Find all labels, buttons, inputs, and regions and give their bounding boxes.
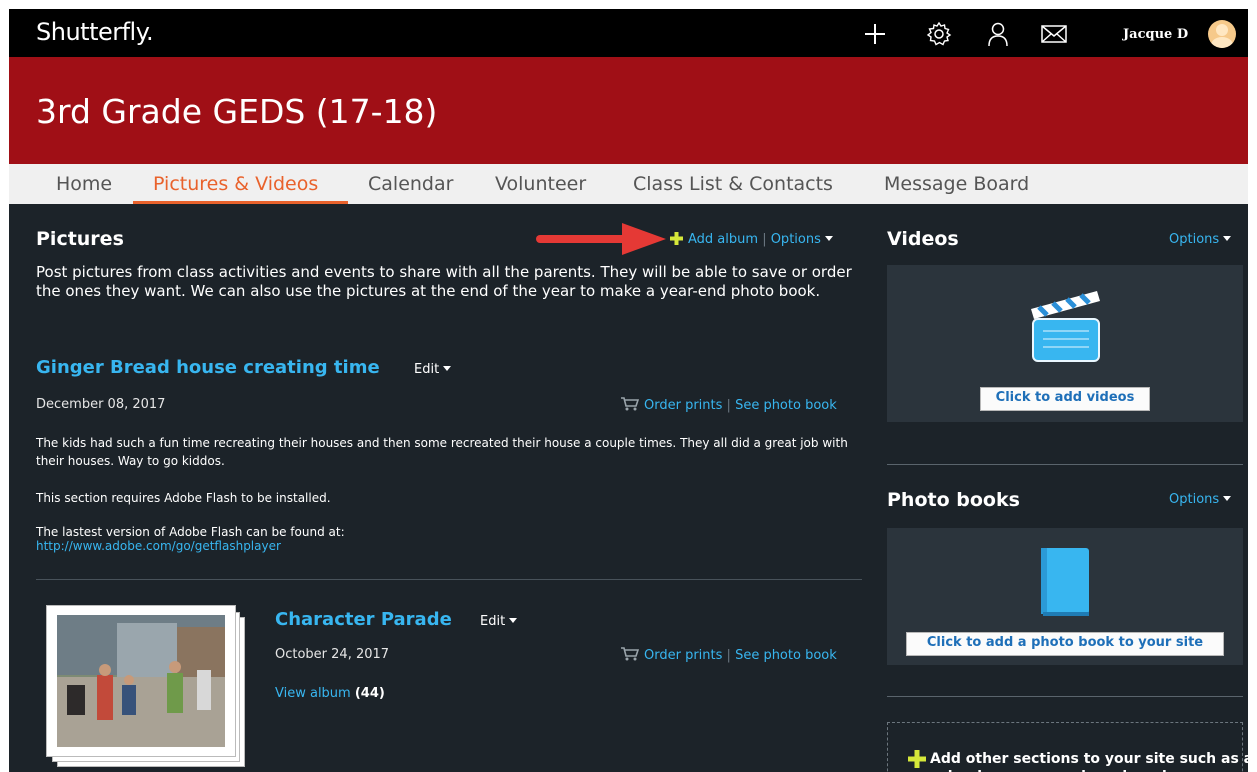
green-plus-icon xyxy=(670,232,683,245)
album-title-character-parade[interactable]: Character Parade xyxy=(275,609,452,630)
cart-icon xyxy=(621,647,639,661)
add-photo-book-button[interactable]: Click to add a photo book to your site xyxy=(906,632,1224,656)
pictures-options-label: Options xyxy=(770,232,821,247)
red-arrow-annotation xyxy=(536,223,666,255)
add-album-label: Add album xyxy=(688,232,759,247)
order-prints-link[interactable]: Order prints xyxy=(621,647,727,663)
nav-volunteer[interactable]: Volunteer xyxy=(495,173,586,195)
videos-heading: Videos xyxy=(887,228,959,250)
order-prints-label: Order prints xyxy=(644,648,723,663)
add-sections-text: Add other sections to your site such as … xyxy=(930,751,1248,772)
view-album-row: View album (44) xyxy=(275,686,385,701)
album-edit-menu[interactable]: Edit xyxy=(414,362,452,377)
album-divider xyxy=(36,579,862,580)
add-videos-button[interactable]: Click to add videos xyxy=(980,387,1150,411)
avatar[interactable] xyxy=(1208,20,1236,48)
mail-icon[interactable] xyxy=(1041,21,1067,47)
album-date: October 24, 2017 xyxy=(275,647,390,662)
right-divider xyxy=(887,696,1243,697)
person-icon[interactable] xyxy=(985,21,1011,47)
view-album-link[interactable]: View album xyxy=(275,686,351,701)
order-prints-label: Order prints xyxy=(644,398,723,413)
edit-label: Edit xyxy=(414,362,440,377)
pictures-options-link[interactable]: Options xyxy=(771,232,833,247)
nav-message-board[interactable]: Message Board xyxy=(884,173,1029,195)
chevron-down-icon xyxy=(1223,236,1232,241)
album-date: December 08, 2017 xyxy=(36,397,166,412)
site-nav: Home Pictures & Videos Calendar Voluntee… xyxy=(9,164,1248,204)
add-sections-box[interactable]: Add other sections to your site such as … xyxy=(887,722,1248,772)
album-photo-count: (44) xyxy=(354,686,385,701)
order-prints-link[interactable]: Order prints xyxy=(621,397,727,413)
nav-pictures-videos[interactable]: Pictures & Videos xyxy=(153,173,318,195)
nav-active-underline xyxy=(133,201,348,204)
chevron-down-icon xyxy=(1223,496,1232,501)
cart-icon xyxy=(621,397,639,411)
photo-books-heading: Photo books xyxy=(887,489,1020,511)
photo-book-icon xyxy=(1041,548,1089,616)
chevron-down-icon xyxy=(509,618,518,623)
user-name[interactable]: Jacque D xyxy=(1123,27,1188,42)
pictures-actions: Add album | Options xyxy=(670,232,833,247)
plus-icon[interactable] xyxy=(862,21,888,47)
videos-options-label: Options xyxy=(1169,232,1220,247)
video-clapperboard-icon xyxy=(1031,291,1100,362)
photo-books-options-link[interactable]: Options xyxy=(1169,492,1232,507)
edit-label: Edit xyxy=(480,614,506,629)
site-banner: 3rd Grade GEDS (17-18) xyxy=(9,57,1248,164)
videos-options-link[interactable]: Options xyxy=(1169,232,1232,247)
album-cover-photo xyxy=(57,615,225,747)
site-title: 3rd Grade GEDS (17-18) xyxy=(36,92,438,131)
nav-calendar[interactable]: Calendar xyxy=(368,173,453,195)
photo-books-options-label: Options xyxy=(1169,492,1220,507)
flash-url-link[interactable]: http://www.adobe.com/go/getflashplayer xyxy=(36,539,281,553)
shutterfly-logo[interactable]: Shutterfly. xyxy=(36,18,154,46)
green-plus-icon xyxy=(908,750,926,768)
chevron-down-icon xyxy=(443,366,452,371)
nav-class-list[interactable]: Class List & Contacts xyxy=(633,173,833,195)
album-edit-menu[interactable]: Edit xyxy=(480,614,518,629)
gear-icon[interactable] xyxy=(926,21,952,47)
nav-home[interactable]: Home xyxy=(56,173,112,195)
top-bar: Shutterfly. Jacque D xyxy=(9,9,1248,57)
album-title-gingerbread[interactable]: Ginger Bread house creating time xyxy=(36,357,380,378)
see-photo-book-link[interactable]: See photo book xyxy=(735,398,837,413)
pictures-description: Post pictures from class activities and … xyxy=(36,263,852,300)
flash-notice: This section requires Adobe Flash to be … xyxy=(36,491,331,505)
album-actions: Order prints | See photo book xyxy=(621,397,837,413)
album-body: The kids had such a fun time recreating … xyxy=(36,436,848,468)
right-divider xyxy=(887,464,1243,465)
album-actions: Order prints | See photo book xyxy=(621,647,837,663)
see-photo-book-link[interactable]: See photo book xyxy=(735,648,837,663)
photo-books-panel: Click to add a photo book to your site xyxy=(887,528,1243,665)
pictures-heading: Pictures xyxy=(36,228,124,250)
chevron-down-icon xyxy=(824,236,833,241)
add-album-link[interactable]: Add album xyxy=(670,232,762,247)
videos-panel: Click to add videos xyxy=(887,265,1243,422)
page-frame: Shutterfly. Jacque D 3rd Grade GEDS (17-… xyxy=(9,9,1248,772)
album-thumbnail xyxy=(46,605,236,757)
